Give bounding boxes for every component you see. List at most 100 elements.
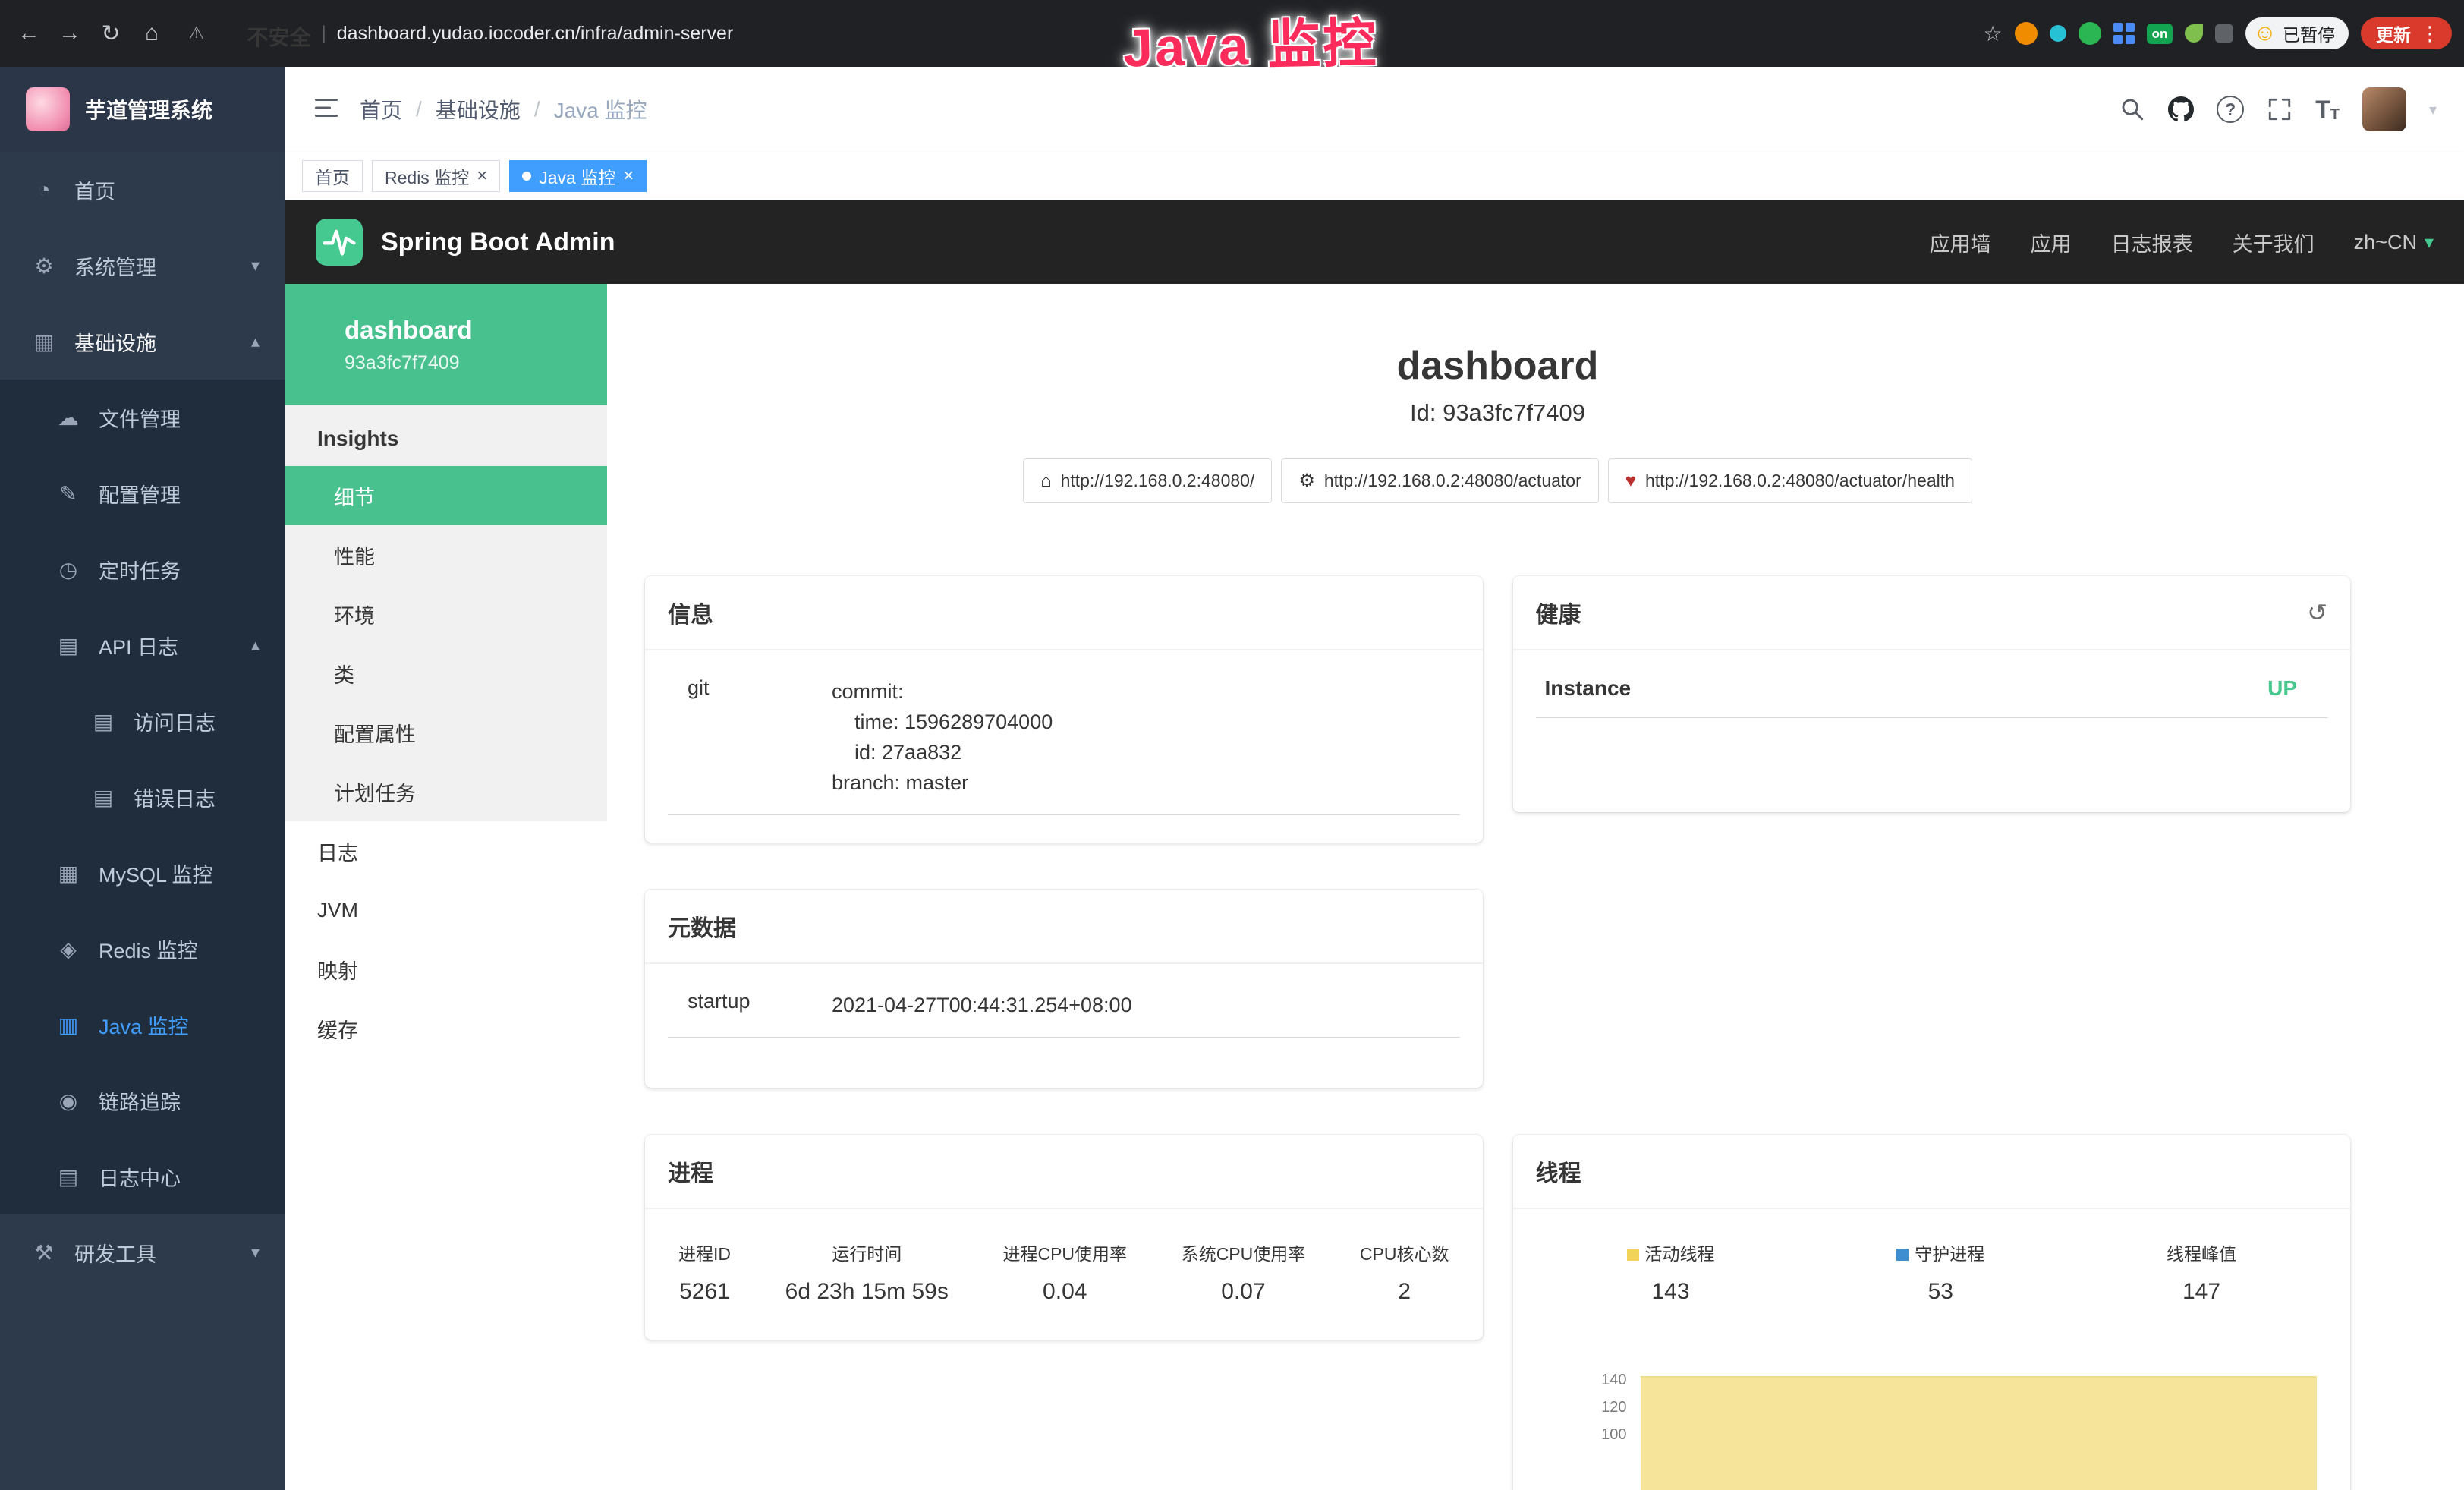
sidebar-item-scheduled-tasks[interactable]: ◷ 定时任务 [0,531,285,607]
instance-link-home[interactable]: ⌂ http://192.168.0.2:48080/ [1023,458,1272,503]
stat-pid: 进程ID 5261 [678,1240,731,1305]
sba-item-config-properties[interactable]: 配置属性 [285,703,607,762]
screen: Java 监控 ← → ↻ ⌂ ⚠ 不安全 | dashboard.yudao.… [0,0,2464,1490]
instance-link-health[interactable]: ♥ http://192.168.0.2:48080/actuator/heal… [1608,458,1972,503]
app-logo-row[interactable]: 芋道管理系统 [0,67,285,152]
profile-paused-pill[interactable]: ☺ 已暂停 [2245,17,2349,49]
url-text[interactable]: dashboard.yudao.iocoder.cn/infra/admin-s… [337,23,734,45]
browser-menu-icon[interactable]: ⋮ [2420,22,2440,46]
sba-item-caches[interactable]: 缓存 [285,999,607,1058]
forward-button[interactable]: → [53,20,87,46]
sidebar-item-label: MySQL 监控 [99,858,213,888]
sba-nav-journal[interactable]: 日志报表 [2111,228,2193,257]
avatar[interactable] [2362,87,2406,131]
reload-button[interactable]: ↻ [94,20,127,47]
update-button[interactable]: 更新 ⋮ [2361,17,2452,49]
sidebar-item-file-management[interactable]: ☁ 文件管理 [0,380,285,455]
process-card: 进程 进程ID 5261 运行时间 6d 23h 15m 59 [645,1135,1483,1340]
sba-selected-app[interactable]: dashboard 93a3fc7f7409 [285,284,607,405]
sba-app-name: dashboard [345,316,607,345]
java-monitor-icon: ▥ [55,1013,82,1038]
sba-item-logs[interactable]: 日志 [285,821,607,880]
log-icon: ▤ [55,633,82,658]
extension-icon-orange[interactable] [2015,22,2038,45]
sidebar-item-error-logs[interactable]: ▤ 错误日志 [0,759,285,835]
sba-item-classes[interactable]: 类 [285,644,607,703]
tab-java-monitor[interactable]: Java 监控 × [509,160,647,192]
back-button[interactable]: ← [12,20,46,46]
bookmark-star-button[interactable]: ☆ [1983,21,2002,46]
sba-nav-about[interactable]: 关于我们 [2233,228,2315,257]
chart-plot-area [1635,1372,2328,1490]
sba-brand[interactable]: Spring Boot Admin [381,228,615,257]
sidebar-item-api-logs[interactable]: ▤ API 日志 ▴ [0,607,285,683]
close-icon[interactable]: × [477,167,487,185]
security-label[interactable]: 不安全 [216,0,311,67]
extension-icon-grid[interactable] [2113,23,2135,44]
chevron-up-icon: ▴ [251,332,260,351]
extension-icon-drop[interactable] [2050,25,2066,42]
sba-item-scheduled-tasks[interactable]: 计划任务 [285,762,607,821]
sidebar-item-label: Redis 监控 [99,934,198,964]
heart-icon: ♥ [1625,471,1636,492]
sidebar-toggle-button[interactable] [313,94,340,125]
sba-item-jvm[interactable]: JVM [285,880,607,940]
info-value: commit: time: 1596289704000 id: 27aa832 … [832,676,1053,798]
sidebar-item-system[interactable]: ⚙ 系统管理 ▾ [0,228,285,304]
sba-item-mappings[interactable]: 映射 [285,940,607,999]
extension-icon-green[interactable] [2079,22,2101,45]
home-button[interactable]: ⌂ [135,20,168,46]
sidebar-item-label: 研发工具 [74,1238,156,1268]
extensions-puzzle-icon[interactable] [2215,24,2233,43]
admin-menu: ◔ 首页 ⚙ 系统管理 ▾ ▦ 基础设施 ▴ ☁ 文件管理 [0,152,285,1490]
font-size-button[interactable]: TT [2315,96,2340,124]
github-button[interactable] [2168,96,2194,122]
sba-nav-applications[interactable]: 应用 [2031,228,2072,257]
link-label: http://192.168.0.2:48080/ [1061,471,1255,491]
clock-icon: ◷ [55,557,82,582]
instance-link-actuator[interactable]: ⚙ http://192.168.0.2:48080/actuator [1281,458,1598,503]
breadcrumb: 首页 / 基础设施 / Java 监控 [360,94,647,124]
breadcrumb-item-infra[interactable]: 基础设施 [436,94,521,124]
active-tab-dot [522,172,531,181]
instance-title: dashboard [645,343,2350,389]
sba-item-performance[interactable]: 性能 [285,525,607,584]
sidebar-item-label: 基础设施 [74,327,156,357]
security-warning-icon[interactable]: ⚠ [188,23,205,45]
instance-hero: dashboard Id: 93a3fc7f7409 ⌂ http://192.… [645,343,2350,503]
sba-language-selector[interactable]: zh~CN ▾ [2354,231,2434,254]
sidebar-item-home[interactable]: ◔ 首页 [0,152,285,228]
tab-home[interactable]: 首页 [302,160,363,192]
sba-item-environment[interactable]: 环境 [285,584,607,644]
sidebar-item-infrastructure[interactable]: ▦ 基础设施 ▴ [0,304,285,380]
sba-nav: 应用墙 应用 日志报表 关于我们 zh~CN ▾ [1930,228,2434,257]
sidebar-item-java-monitor[interactable]: ▥ Java 监控 [0,987,285,1063]
close-icon[interactable]: × [623,167,634,185]
tab-label: Redis 监控 [385,163,469,189]
sidebar-item-log-center[interactable]: ▤ 日志中心 [0,1139,285,1214]
sidebar-item-access-logs[interactable]: ▤ 访问日志 [0,683,285,759]
sidebar-item-link-tracing[interactable]: ◉ 链路追踪 [0,1063,285,1139]
sidebar-item-mysql-monitor[interactable]: ▦ MySQL 监控 [0,835,285,911]
sidebar-item-label: 系统管理 [74,251,156,281]
stat-cpu-cores: CPU核心数 2 [1360,1240,1449,1305]
breadcrumb-item-home[interactable]: 首页 [360,94,402,124]
sba-nav-wallboard[interactable]: 应用墙 [1930,228,1991,257]
history-icon[interactable]: ↺ [2307,598,2327,627]
sidebar-item-label: Java 监控 [99,1010,189,1040]
avatar-caret-icon[interactable]: ▾ [2429,100,2437,119]
extension-on-badge[interactable]: on [2147,24,2173,44]
sidebar-item-redis-monitor[interactable]: ◈ Redis 监控 [0,911,285,987]
help-button[interactable]: ? [2217,96,2244,123]
fullscreen-button[interactable] [2267,96,2292,122]
card-title: 健康 [1536,596,1581,629]
extension-icon-leaf[interactable] [2185,24,2203,43]
sidebar-item-config-management[interactable]: ✎ 配置管理 [0,455,285,531]
sba-item-details[interactable]: 细节 [285,466,607,525]
search-button[interactable] [2119,96,2145,122]
tab-redis-monitor[interactable]: Redis 监控 × [372,160,500,192]
sidebar-item-dev-tools[interactable]: ⚒ 研发工具 ▾ [0,1214,285,1290]
address-bar[interactable]: ⚠ 不安全 | dashboard.yudao.iocoder.cn/infra… [188,0,1975,67]
sba-logo[interactable] [316,219,363,266]
sba-header: Spring Boot Admin 应用墙 应用 日志报表 关于我们 zh~CN… [285,200,2464,284]
